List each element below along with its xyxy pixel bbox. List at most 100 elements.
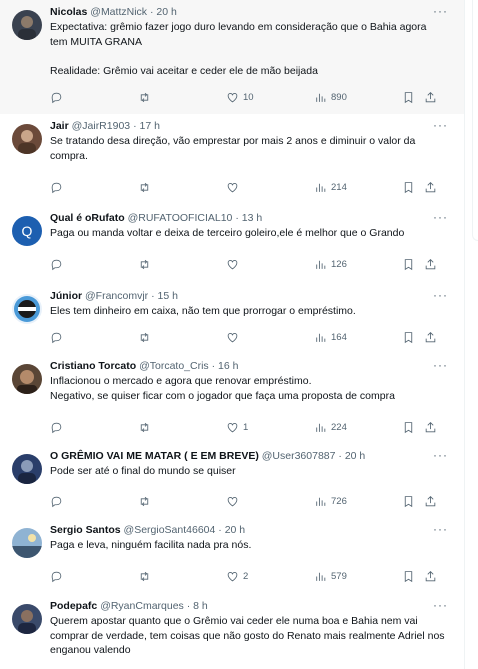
share-button[interactable] bbox=[424, 179, 437, 195]
views-button[interactable]: 224 bbox=[314, 419, 347, 435]
reply-button[interactable] bbox=[50, 568, 67, 584]
author-name[interactable]: Podepafc bbox=[50, 600, 97, 612]
share-button[interactable] bbox=[424, 89, 437, 105]
tweet-item[interactable]: Jair @JairR1903 · 17 h ··· Se tratando d… bbox=[0, 114, 464, 207]
views-button[interactable]: 726 bbox=[314, 493, 347, 509]
like-button[interactable]: 1 bbox=[226, 419, 248, 435]
author-name[interactable]: Cristiano Torcato bbox=[50, 360, 136, 372]
reply-button[interactable] bbox=[50, 179, 67, 195]
bookmark-button[interactable] bbox=[402, 256, 415, 272]
more-icon[interactable]: ··· bbox=[433, 358, 448, 372]
author-handle[interactable]: @User3607887 bbox=[262, 450, 336, 462]
author-name[interactable]: Nicolas bbox=[50, 6, 87, 18]
more-icon[interactable]: ··· bbox=[433, 4, 448, 18]
separator-dot: · bbox=[211, 360, 216, 372]
more-icon[interactable]: ··· bbox=[433, 448, 448, 462]
bookmark-button[interactable] bbox=[402, 568, 415, 584]
author-handle[interactable]: @Francomvjr bbox=[85, 290, 148, 302]
more-icon[interactable]: ··· bbox=[433, 210, 448, 224]
avatar[interactable] bbox=[12, 294, 42, 324]
avatar[interactable]: Q bbox=[12, 216, 42, 246]
tweet-item[interactable]: Sergio Santos @SergioSant46604 · 20 h ··… bbox=[0, 518, 464, 595]
tweet-item[interactable]: Júnior @Francomvjr · 15 h ··· Eles tem d… bbox=[0, 284, 464, 355]
reply-button[interactable] bbox=[50, 329, 67, 345]
timestamp[interactable]: 17 h bbox=[139, 120, 159, 132]
views-button[interactable]: 126 bbox=[314, 256, 347, 272]
author-name[interactable]: Júnior bbox=[50, 290, 82, 302]
bookmark-button[interactable] bbox=[402, 493, 415, 509]
share-button[interactable] bbox=[424, 256, 437, 272]
reply-button[interactable] bbox=[50, 493, 67, 509]
like-button[interactable] bbox=[226, 493, 243, 509]
avatar[interactable] bbox=[12, 528, 42, 558]
bookmark-button[interactable] bbox=[402, 329, 415, 345]
views-icon bbox=[316, 260, 326, 269]
more-icon[interactable]: ··· bbox=[433, 118, 448, 132]
timestamp[interactable]: 13 h bbox=[242, 212, 262, 224]
author-handle[interactable]: @RyanCmarques bbox=[100, 600, 184, 612]
reply-icon bbox=[51, 332, 62, 343]
views-button[interactable]: 214 bbox=[314, 179, 347, 195]
author-handle[interactable]: @SergioSant46604 bbox=[124, 524, 216, 536]
retweet-button[interactable] bbox=[138, 329, 155, 345]
reply-button[interactable] bbox=[50, 89, 67, 105]
bookmark-button[interactable] bbox=[402, 89, 415, 105]
author-name[interactable]: O GRÊMIO VAI ME MATAR ( E EM BREVE) bbox=[50, 450, 259, 462]
share-button[interactable] bbox=[424, 568, 437, 584]
views-button[interactable]: 579 bbox=[314, 568, 347, 584]
retweet-icon bbox=[140, 92, 149, 102]
tweet-item[interactable]: Nicolas @MattzNick · 20 h ··· Expectativ… bbox=[0, 0, 464, 115]
timestamp[interactable]: 16 h bbox=[218, 360, 238, 372]
share-button[interactable] bbox=[424, 493, 437, 509]
retweet-button[interactable] bbox=[138, 89, 155, 105]
more-icon[interactable]: ··· bbox=[433, 522, 448, 536]
timestamp[interactable]: 8 h bbox=[193, 600, 208, 612]
avatar[interactable] bbox=[12, 124, 42, 154]
avatar[interactable] bbox=[12, 454, 42, 484]
reply-button[interactable] bbox=[50, 419, 67, 435]
like-button[interactable] bbox=[226, 179, 243, 195]
views-button[interactable]: 890 bbox=[314, 89, 347, 105]
author-handle[interactable]: @MattzNick bbox=[90, 6, 147, 18]
author-name[interactable]: Qual é oRufato bbox=[50, 212, 125, 224]
more-icon[interactable]: ··· bbox=[433, 288, 448, 302]
views-icon bbox=[316, 423, 326, 432]
tweet-header: Jair @JairR1903 · 17 h bbox=[50, 119, 434, 133]
tweet-item[interactable]: Q Qual é oRufato @RUFATOOFICIAL10 · 13 h… bbox=[0, 206, 464, 285]
timestamp[interactable]: 20 h bbox=[156, 6, 176, 18]
timestamp[interactable]: 15 h bbox=[158, 290, 178, 302]
tweet-item[interactable]: Cristiano Torcato @Torcato_Cris · 16 h ·… bbox=[0, 354, 464, 445]
views-icon bbox=[316, 183, 326, 192]
avatar[interactable] bbox=[12, 364, 42, 394]
more-icon[interactable]: ··· bbox=[433, 598, 448, 612]
tweet-item[interactable]: O GRÊMIO VAI ME MATAR ( E EM BREVE) @Use… bbox=[0, 444, 464, 519]
share-button[interactable] bbox=[424, 329, 437, 345]
like-button[interactable] bbox=[226, 256, 243, 272]
retweet-icon bbox=[140, 259, 149, 269]
retweet-button[interactable] bbox=[138, 419, 155, 435]
retweet-button[interactable] bbox=[138, 568, 155, 584]
timestamp[interactable]: 20 h bbox=[225, 524, 245, 536]
view-count: 126 bbox=[331, 258, 347, 270]
retweet-button[interactable] bbox=[138, 179, 155, 195]
author-handle[interactable]: @JairR1903 bbox=[72, 120, 131, 132]
retweet-button[interactable] bbox=[138, 493, 155, 509]
author-handle[interactable]: @RUFATOOFICIAL10 bbox=[128, 212, 233, 224]
avatar[interactable] bbox=[12, 10, 42, 40]
bookmark-button[interactable] bbox=[402, 179, 415, 195]
views-button[interactable]: 164 bbox=[314, 329, 347, 345]
bookmark-button[interactable] bbox=[402, 419, 415, 435]
retweet-button[interactable] bbox=[138, 256, 155, 272]
reply-button[interactable] bbox=[50, 256, 67, 272]
avatar[interactable] bbox=[12, 604, 42, 634]
tweet-item[interactable]: Podepafc @RyanCmarques · 8 h ··· Querem … bbox=[0, 594, 464, 669]
like-button[interactable] bbox=[226, 329, 243, 345]
author-name[interactable]: Sergio Santos bbox=[50, 524, 121, 536]
timestamp[interactable]: 20 h bbox=[345, 450, 365, 462]
author-handle[interactable]: @Torcato_Cris bbox=[139, 360, 209, 372]
like-button[interactable]: 10 bbox=[226, 89, 254, 105]
separator-dot: · bbox=[149, 6, 154, 18]
share-button[interactable] bbox=[424, 419, 437, 435]
author-name[interactable]: Jair bbox=[50, 120, 69, 132]
like-button[interactable]: 2 bbox=[226, 568, 248, 584]
